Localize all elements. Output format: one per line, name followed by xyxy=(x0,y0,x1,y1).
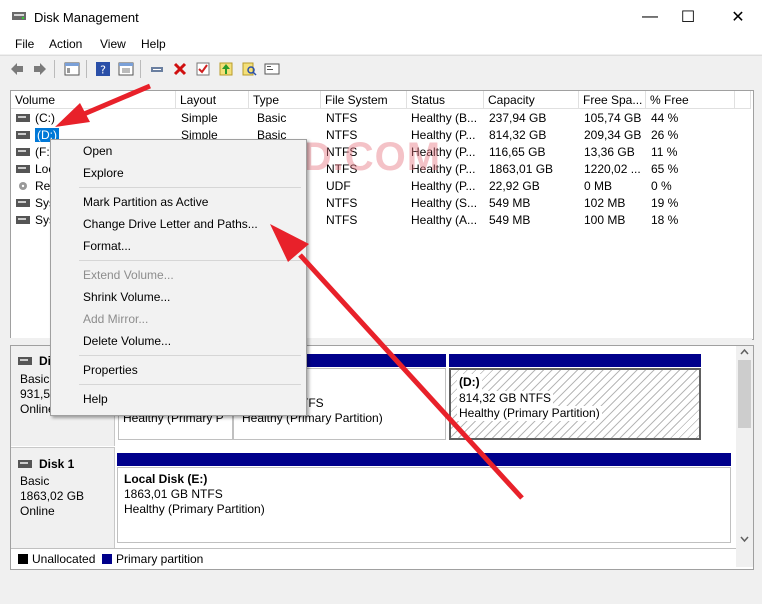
annotation-arrow-top xyxy=(55,83,151,127)
annotation-arrow-main xyxy=(270,224,524,500)
annotation-arrows xyxy=(55,83,524,500)
